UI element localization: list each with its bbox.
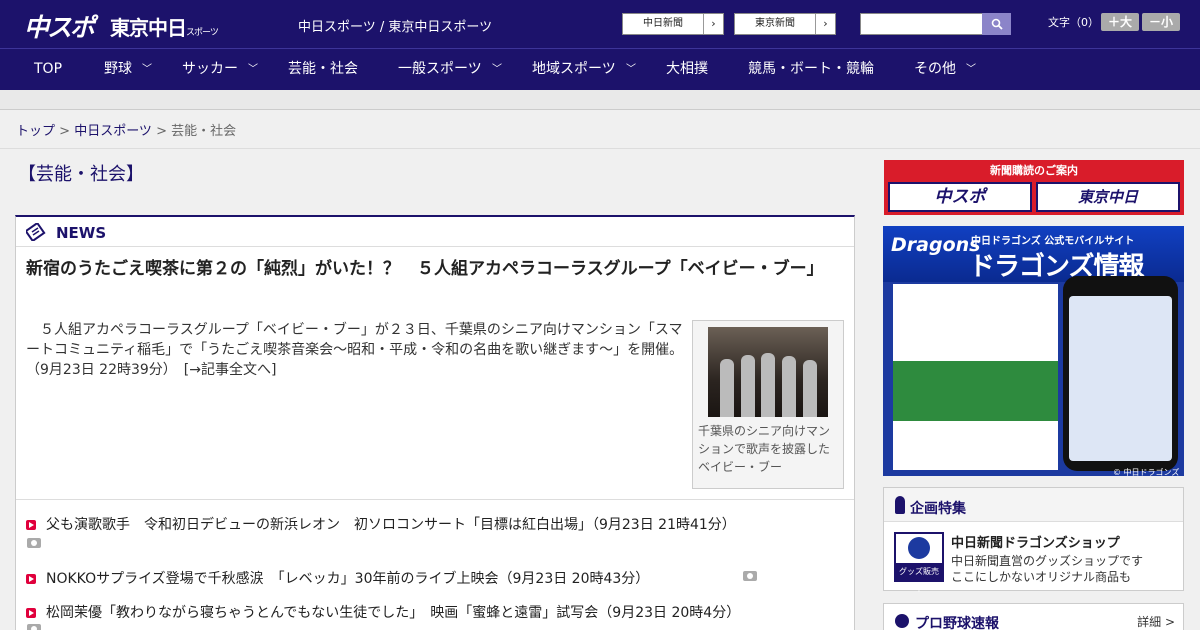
search-icon <box>991 18 1003 30</box>
planning-box: 企画特集 グッズ販売中 中日新聞ドラゴンズショップ 中日新聞直営のグッズショップ… <box>883 487 1184 593</box>
nav-item-racing[interactable]: 競馬・ボート・競輪 <box>748 49 874 90</box>
breadcrumb-sep: > <box>151 124 172 139</box>
article-photo[interactable] <box>708 327 828 417</box>
tokyo-chunichi-logo-text: 東京中日 <box>110 16 187 40</box>
phone-screen-image <box>1069 296 1172 461</box>
page-title: 【芸能・社会】 <box>18 164 144 185</box>
chunichi-shimbun-label: 中日新聞 <box>643 18 683 29</box>
chevron-right-icon: › <box>815 14 835 34</box>
subscribe-tokyo-link[interactable]: 東京中日 <box>1036 182 1180 212</box>
main-nav: TOP 野球 ﹀ サッカー ﹀ 芸能・社会 一般スポーツ ﹀ 地域スポーツ ﹀ 大相撲 … <box>0 48 1200 90</box>
nav-item-label: その他 <box>914 61 956 77</box>
font-smaller-button[interactable]: －小 <box>1142 13 1180 31</box>
newspaper-icon <box>26 223 46 241</box>
photo-person <box>782 356 796 417</box>
breadcrumb: トップ > 中日スポーツ > 芸能・社会 <box>16 120 236 139</box>
dragons-ad-header: Dragons 中日ドラゴンズ 公式モバイルサイト ドラゴンズ情報 <box>883 226 1184 282</box>
chevron-down-icon: ﹀ <box>492 64 502 75</box>
news-list-item[interactable]: NOKKOサプライズ登場で千秋感涙 「レベッカ」30年前のライブ上映会（9月23… <box>26 568 649 588</box>
divider <box>16 499 854 500</box>
nav-item-top[interactable]: TOP <box>34 49 62 90</box>
planning-header: 企画特集 <box>884 488 1183 522</box>
breadcrumb-top[interactable]: トップ <box>16 124 55 139</box>
chevron-down-icon: ﹀ <box>966 64 976 75</box>
news-panel-header: NEWS <box>16 217 854 247</box>
photo-person <box>741 355 755 417</box>
top-article-lead[interactable]: ５人組アカペラコーラスグループ「ベイビー・ブー」が２３日、千葉県のシニア向けマン… <box>26 320 686 380</box>
scores-title: プロ野球速報 <box>915 616 999 630</box>
ad-strip <box>0 90 1200 110</box>
baseball-scores-box: プロ野球速報 詳細 > <box>883 603 1184 630</box>
chevron-down-icon: ﹀ <box>248 64 258 75</box>
search-button[interactable] <box>982 13 1011 35</box>
chunichi-shimbun-button[interactable]: 中日新聞 › <box>622 13 724 35</box>
subscription-title: 新聞購読のご案内 <box>990 164 1078 177</box>
breadcrumb-chuspo[interactable]: 中日スポーツ <box>74 124 152 139</box>
photo-caption: 千葉県のシニア向けマンションで歌声を披露したベイビー・ブー <box>698 424 831 474</box>
news-list-item-text: 松岡茉優「教わりながら寝ちゃうとんでもない生徒でした」 映画「蜜蜂と遠雷」試写会… <box>46 605 741 621</box>
dragons-copyright: © 中日ドラゴンズ <box>1113 468 1180 477</box>
mascot-icon <box>908 537 930 559</box>
baseball-icon <box>895 614 909 628</box>
chevron-down-icon: ﹀ <box>142 64 152 75</box>
dragons-mobile-ad[interactable]: Dragons 中日ドラゴンズ 公式モバイルサイト ドラゴンズ情報 © 中日ドラ… <box>883 226 1184 477</box>
shop-description: ここにしかないオリジナル商品も <box>951 570 1132 584</box>
nav-item-label: サッカー <box>182 61 238 77</box>
photo-person <box>761 353 775 417</box>
chevron-right-icon: › <box>703 14 723 34</box>
camera-icon <box>743 571 757 581</box>
news-list-item[interactable]: 父も演歌歌手 令和初日デビューの新浜レオン 初ソロコンサート「目標は紅白出場」（… <box>26 514 736 534</box>
bullet-arrow-icon <box>26 574 36 584</box>
news-list-item-text: 父も演歌歌手 令和初日デビューの新浜レオン 初ソロコンサート「目標は紅白出場」（… <box>46 517 736 533</box>
baseball-field-image <box>893 361 1058 421</box>
bullet-arrow-icon <box>26 520 36 530</box>
font-size-label: 文字（0） <box>1048 16 1099 29</box>
top-article-headline[interactable]: 新宿のうたごえ喫茶に第２の「純烈」がいた！？ ５人組アカペラコーラスグループ「ベ… <box>26 257 836 282</box>
nav-item-general-sports[interactable]: 一般スポーツ ﹀ <box>398 49 502 90</box>
breadcrumb-current: 芸能・社会 <box>171 124 237 139</box>
camera-icon <box>27 538 41 548</box>
top-header: 中スポ 東京中日スポーツ 中日スポーツ / 東京中日スポーツ 中日新聞 › 東京… <box>0 0 1200 48</box>
tokyo-shimbun-label: 東京新聞 <box>755 18 795 29</box>
scores-details-link[interactable]: 詳細 > <box>1137 613 1175 630</box>
news-label: NEWS <box>56 224 107 242</box>
breadcrumb-sep: > <box>55 124 75 139</box>
nav-item-label: 一般スポーツ <box>398 61 482 77</box>
camera-icon <box>27 624 41 630</box>
breadcrumb-bar: トップ > 中日スポーツ > 芸能・社会 <box>0 111 1200 149</box>
photo-person <box>803 360 817 417</box>
subscribe-chuspo-link[interactable]: 中スポ <box>888 182 1032 212</box>
dragons-shop-thumbnail[interactable]: グッズ販売中 <box>894 532 944 593</box>
subscription-banner[interactable]: 新聞購読のご案内 中スポ 東京中日 <box>884 160 1184 215</box>
nav-item-label: 野球 <box>104 61 132 77</box>
nav-item-entertainment[interactable]: 芸能・社会 <box>288 49 358 90</box>
news-list-item-text: NOKKOサプライズ登場で千秋感涙 「レベッカ」30年前のライブ上映会（9月23… <box>46 571 650 587</box>
photo-person <box>720 359 734 417</box>
nav-item-other[interactable]: その他 ﹀ <box>914 49 976 90</box>
news-list-item[interactable]: 松岡茉優「教わりながら寝ちゃうとんでもない生徒でした」 映画「蜜蜂と遠雷」試写会… <box>26 602 740 622</box>
ribbon-icon <box>895 496 905 514</box>
nav-item-local-sports[interactable]: 地域スポーツ ﹀ <box>532 49 636 90</box>
nav-item-baseball[interactable]: 野球 ﹀ <box>104 49 152 90</box>
tokyo-chunichi-logo-small: スポーツ <box>186 28 219 38</box>
shop-description: 中日新聞直営のグッズショップです <box>951 554 1144 568</box>
bullet-arrow-icon <box>26 608 36 618</box>
shop-thumbnail-caption: グッズ販売中 <box>896 563 942 593</box>
planning-title: 企画特集 <box>910 501 966 517</box>
nav-item-sumo[interactable]: 大相撲 <box>666 49 708 90</box>
chuspo-logo[interactable]: 中スポ <box>24 8 95 44</box>
site-names: 中日スポーツ / 東京中日スポーツ <box>298 20 493 35</box>
dragons-logo: Dragons <box>891 234 981 256</box>
tokyo-chunichi-logo[interactable]: 東京中日スポーツ <box>110 12 219 41</box>
news-panel: NEWS 新宿のうたごえ喫茶に第２の「純烈」がいた！？ ５人組アカペラコーラスグ… <box>15 215 855 630</box>
article-photo-box[interactable]: 千葉県のシニア向けマンションで歌声を披露したベイビー・ブー <box>692 320 844 489</box>
dragons-shop-link[interactable]: 中日新聞ドラゴンズショップ <box>951 532 1120 551</box>
dragons-ad-subtitle: 中日ドラゴンズ 公式モバイルサイト <box>971 236 1135 247</box>
nav-item-soccer[interactable]: サッカー ﹀ <box>182 49 258 90</box>
font-larger-button[interactable]: ＋大 <box>1101 13 1139 31</box>
nav-item-label: 地域スポーツ <box>532 61 616 77</box>
chevron-down-icon: ﹀ <box>626 64 636 75</box>
tokyo-shimbun-button[interactable]: 東京新聞 › <box>734 13 836 35</box>
